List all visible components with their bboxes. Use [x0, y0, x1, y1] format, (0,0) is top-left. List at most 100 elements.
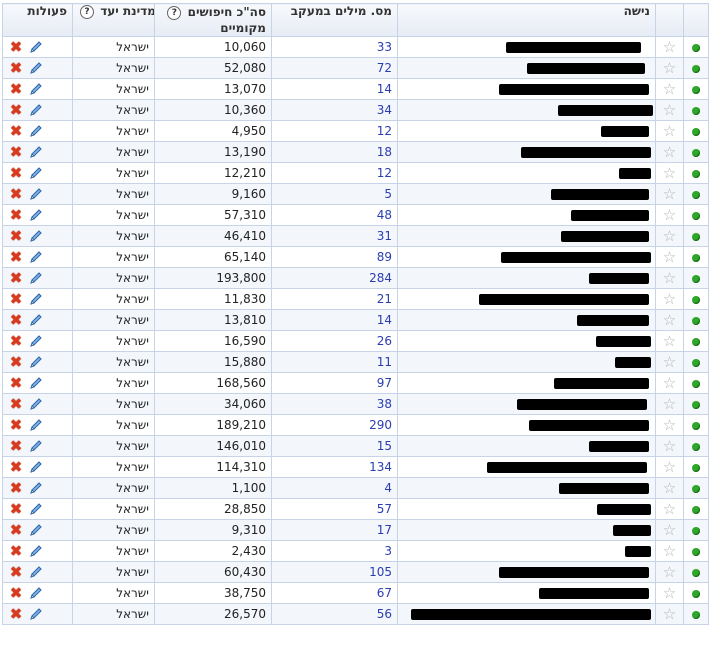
delete-icon[interactable]: ✖ [8, 165, 24, 181]
star-icon[interactable]: ☆ [663, 417, 676, 433]
star-icon[interactable]: ☆ [663, 459, 676, 475]
delete-icon[interactable]: ✖ [8, 249, 24, 265]
table-row[interactable]: ✖ ישראל 2,430 3 ☆ [2, 540, 709, 562]
star-icon[interactable]: ☆ [663, 228, 676, 244]
words-count-link[interactable]: 97 [377, 376, 392, 390]
star-icon[interactable]: ☆ [663, 543, 676, 559]
pencil-icon[interactable] [28, 585, 44, 601]
column-header-niche[interactable]: נישה [397, 3, 656, 37]
table-row[interactable]: ✖ ישראל 57,310 48 ☆ [2, 204, 709, 226]
niche-cell[interactable] [397, 267, 656, 289]
delete-icon[interactable]: ✖ [8, 480, 24, 496]
table-row[interactable]: ✖ ישראל 13,070 14 ☆ [2, 78, 709, 100]
niche-cell[interactable] [397, 582, 656, 604]
pencil-icon[interactable] [28, 459, 44, 475]
star-icon[interactable]: ☆ [663, 291, 676, 307]
words-count-link[interactable]: 26 [377, 334, 392, 348]
pencil-icon[interactable] [28, 522, 44, 538]
words-count-link[interactable]: 15 [377, 439, 392, 453]
words-count-link[interactable]: 72 [377, 61, 392, 75]
table-row[interactable]: ✖ ישראל 60,430 105 ☆ [2, 561, 709, 583]
pencil-icon[interactable] [28, 165, 44, 181]
column-header-words[interactable]: מס. מילים במעקב [271, 3, 398, 37]
pencil-icon[interactable] [28, 438, 44, 454]
table-row[interactable]: ✖ ישראל 15,880 11 ☆ [2, 351, 709, 373]
pencil-icon[interactable] [28, 606, 44, 622]
pencil-icon[interactable] [28, 417, 44, 433]
star-icon[interactable]: ☆ [663, 354, 676, 370]
delete-icon[interactable]: ✖ [8, 354, 24, 370]
star-icon[interactable]: ☆ [663, 564, 676, 580]
table-row[interactable]: ✖ ישראל 26,570 56 ☆ [2, 603, 709, 625]
delete-icon[interactable]: ✖ [8, 459, 24, 475]
star-icon[interactable]: ☆ [663, 60, 676, 76]
niche-cell[interactable] [397, 498, 656, 520]
pencil-icon[interactable] [28, 312, 44, 328]
table-row[interactable]: ✖ ישראל 46,410 31 ☆ [2, 225, 709, 247]
pencil-icon[interactable] [28, 354, 44, 370]
help-icon[interactable]: ? [167, 5, 182, 20]
delete-icon[interactable]: ✖ [8, 501, 24, 517]
words-count-link[interactable]: 89 [377, 250, 392, 264]
niche-cell[interactable] [397, 561, 656, 583]
pencil-icon[interactable] [28, 501, 44, 517]
star-icon[interactable]: ☆ [663, 501, 676, 517]
delete-icon[interactable]: ✖ [8, 39, 24, 55]
table-row[interactable]: ✖ ישראל 193,800 284 ☆ [2, 267, 709, 289]
pencil-icon[interactable] [28, 543, 44, 559]
pencil-icon[interactable] [28, 144, 44, 160]
table-row[interactable]: ✖ ישראל 10,360 34 ☆ [2, 99, 709, 121]
delete-icon[interactable]: ✖ [8, 438, 24, 454]
pencil-icon[interactable] [28, 207, 44, 223]
niche-cell[interactable] [397, 540, 656, 562]
delete-icon[interactable]: ✖ [8, 333, 24, 349]
words-count-link[interactable]: 105 [369, 565, 392, 579]
table-row[interactable]: ✖ ישראל 52,080 72 ☆ [2, 57, 709, 79]
words-count-link[interactable]: 56 [377, 607, 392, 621]
delete-icon[interactable]: ✖ [8, 144, 24, 160]
delete-icon[interactable]: ✖ [8, 417, 24, 433]
help-icon[interactable]: ? [80, 4, 94, 19]
niche-cell[interactable] [397, 477, 656, 499]
star-icon[interactable]: ☆ [663, 375, 676, 391]
niche-cell[interactable] [397, 246, 656, 268]
niche-cell[interactable] [397, 435, 656, 457]
table-row[interactable]: ✖ ישראל 1,100 4 ☆ [2, 477, 709, 499]
pencil-icon[interactable] [28, 186, 44, 202]
words-count-link[interactable]: 48 [377, 208, 392, 222]
pencil-icon[interactable] [28, 564, 44, 580]
words-count-link[interactable]: 12 [377, 124, 392, 138]
words-count-link[interactable]: 34 [377, 103, 392, 117]
delete-icon[interactable]: ✖ [8, 375, 24, 391]
niche-cell[interactable] [397, 120, 656, 142]
column-header-country[interactable]: ? מדינת יעד [72, 3, 155, 37]
words-count-link[interactable]: 21 [377, 292, 392, 306]
words-count-link[interactable]: 18 [377, 145, 392, 159]
niche-cell[interactable] [397, 456, 656, 478]
niche-cell[interactable] [397, 204, 656, 226]
delete-icon[interactable]: ✖ [8, 522, 24, 538]
table-row[interactable]: ✖ ישראל 9,310 17 ☆ [2, 519, 709, 541]
delete-icon[interactable]: ✖ [8, 564, 24, 580]
delete-icon[interactable]: ✖ [8, 186, 24, 202]
star-icon[interactable]: ☆ [663, 165, 676, 181]
star-icon[interactable]: ☆ [663, 333, 676, 349]
words-count-link[interactable]: 134 [369, 460, 392, 474]
niche-cell[interactable] [397, 414, 656, 436]
niche-cell[interactable] [397, 519, 656, 541]
star-icon[interactable]: ☆ [663, 606, 676, 622]
table-row[interactable]: ✖ ישראל 114,310 134 ☆ [2, 456, 709, 478]
table-row[interactable]: ✖ ישראל 11,830 21 ☆ [2, 288, 709, 310]
niche-cell[interactable] [397, 372, 656, 394]
delete-icon[interactable]: ✖ [8, 81, 24, 97]
delete-icon[interactable]: ✖ [8, 207, 24, 223]
words-count-link[interactable]: 12 [377, 166, 392, 180]
niche-cell[interactable] [397, 351, 656, 373]
delete-icon[interactable]: ✖ [8, 585, 24, 601]
words-count-link[interactable]: 11 [377, 355, 392, 369]
words-count-link[interactable]: 33 [377, 40, 392, 54]
delete-icon[interactable]: ✖ [8, 228, 24, 244]
table-row[interactable]: ✖ ישראל 10,060 33 ☆ [2, 36, 709, 58]
niche-cell[interactable] [397, 393, 656, 415]
delete-icon[interactable]: ✖ [8, 312, 24, 328]
